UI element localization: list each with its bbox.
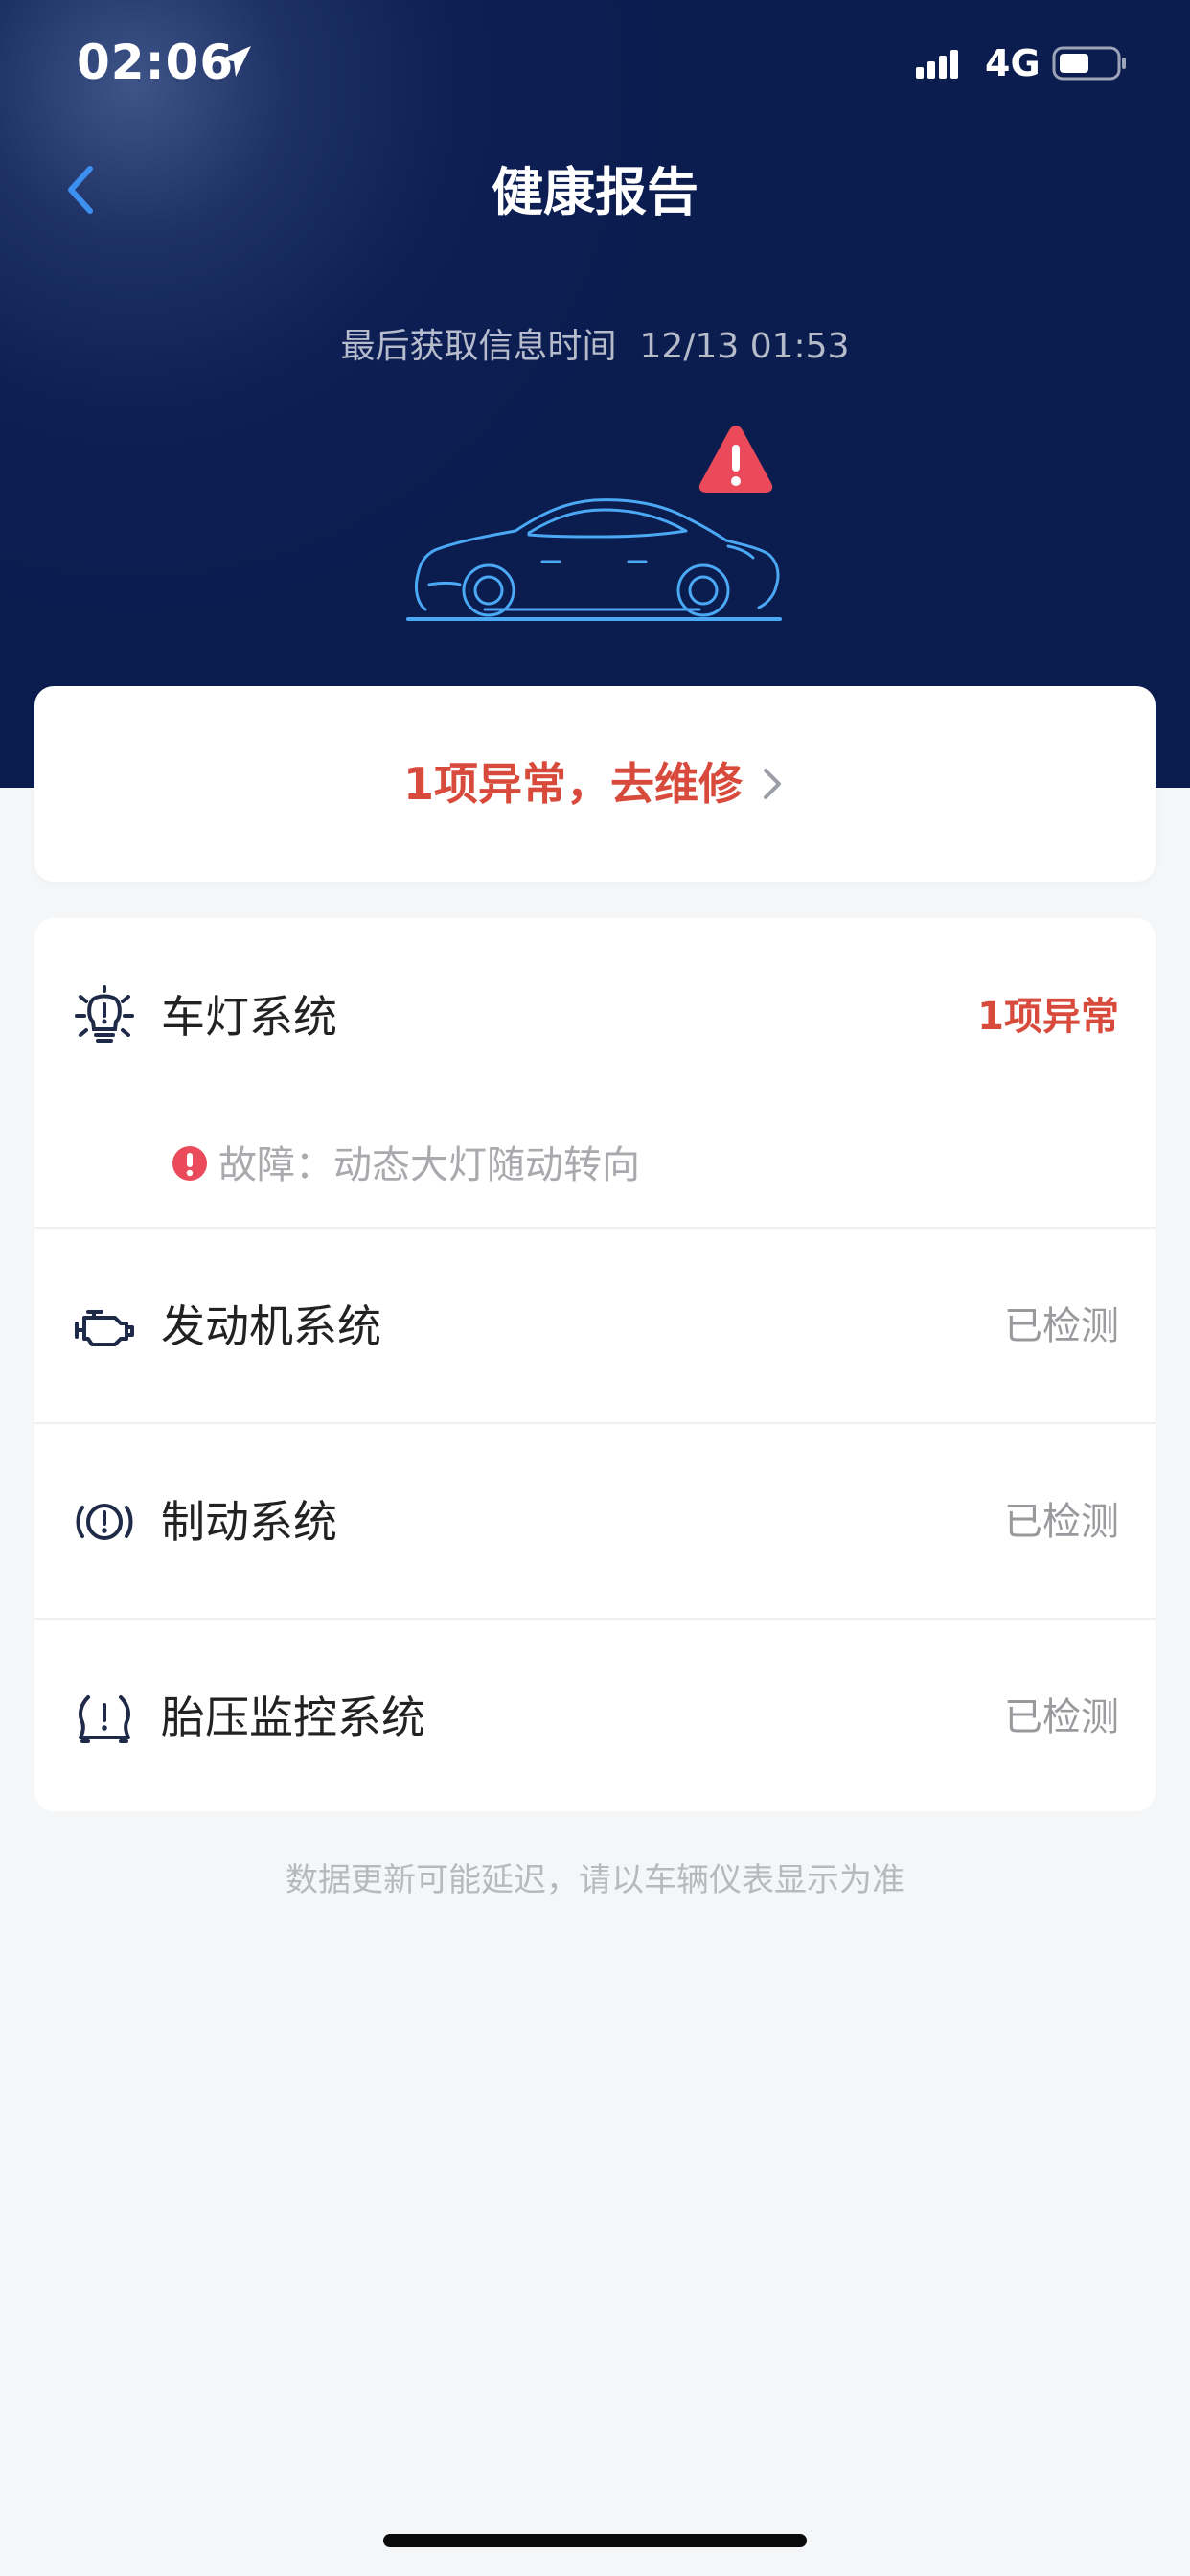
page-title: 健康报告 <box>492 162 698 222</box>
system-status: 已检测 <box>1004 1304 1119 1348</box>
home-indicator[interactable] <box>383 2534 807 2547</box>
system-row-tire-pressure[interactable]: 胎压监控系统 已检测 <box>34 1619 1156 1814</box>
system-status: 已检测 <box>1004 1695 1119 1739</box>
go-repair-link[interactable]: 1项异常，去维修 <box>34 686 1156 882</box>
signal-icon <box>916 50 958 79</box>
system-row-lights[interactable]: 车灯系统 1项异常 故障：动态大灯随动转向 <box>34 918 1156 1227</box>
system-label: 发动机系统 <box>161 1300 381 1352</box>
system-row-engine[interactable]: 发动机系统 已检测 <box>34 1228 1156 1423</box>
fault-text: 故障：动态大灯随动转向 <box>218 1143 640 1187</box>
warning-triangle-icon <box>698 426 773 493</box>
tire-pressure-icon <box>79 1695 130 1743</box>
engine-icon <box>75 1310 134 1346</box>
status-bar: 02:06 4G <box>0 0 1190 125</box>
lamp-icon <box>75 985 134 1043</box>
status-time: 02:06 <box>77 34 235 90</box>
location-arrow-icon <box>220 46 251 77</box>
go-repair-label: 1项异常，去维修 <box>402 758 743 810</box>
data-delay-notice: 数据更新可能延迟，请以车辆仪表显示为准 <box>286 1861 904 1899</box>
fault-item: 故障：动态大灯随动转向 <box>171 1137 640 1194</box>
battery-icon <box>1052 46 1126 80</box>
system-label: 制动系统 <box>161 1496 337 1548</box>
last-update-label: 最后获取信息时间 <box>340 327 617 366</box>
systems-list: 车灯系统 1项异常 故障：动态大灯随动转向 发动机系统 已检测 制动系统 已检测… <box>34 918 1156 1811</box>
brake-icon <box>76 1504 133 1540</box>
network-type: 4G <box>985 42 1041 84</box>
system-row-brake[interactable]: 制动系统 已检测 <box>34 1423 1156 1619</box>
chevron-right-icon <box>764 768 781 799</box>
go-repair-card[interactable]: 1项异常，去维修 <box>34 686 1156 882</box>
system-status: 已检测 <box>1004 1500 1119 1544</box>
system-label: 胎压监控系统 <box>161 1691 425 1743</box>
exclamation-circle-icon <box>172 1146 207 1181</box>
last-update-info: 最后获取信息时间 12/13 01:53 <box>0 318 1190 368</box>
last-update-value: 12/13 01:53 <box>639 327 850 366</box>
system-status-alert: 1项异常 <box>977 995 1119 1039</box>
system-label: 车灯系统 <box>161 991 337 1043</box>
